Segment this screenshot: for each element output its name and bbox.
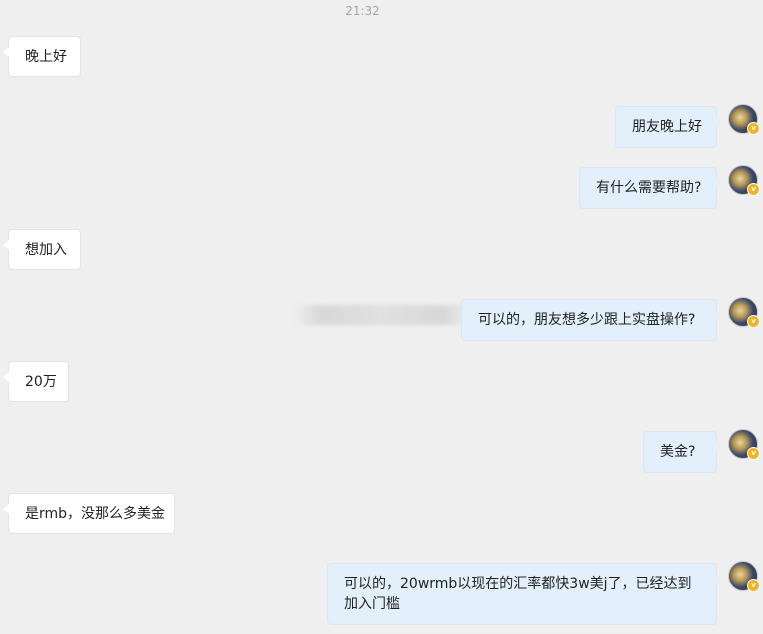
verified-badge-icon: v	[747, 122, 760, 135]
bubble-tail	[3, 372, 9, 382]
bubble-tail	[3, 240, 9, 250]
user-avatar[interactable]: v	[728, 297, 760, 328]
message-text: 想加入	[25, 242, 67, 258]
bubble-tail	[716, 310, 722, 320]
bubble-tail	[716, 574, 722, 584]
verified-badge-icon: v	[747, 447, 760, 460]
redacted-content	[295, 305, 470, 325]
message-bubble-sent[interactable]: 可以的，朋友想多少跟上实盘操作?	[461, 299, 722, 341]
bubble-tail	[716, 117, 722, 127]
message-text: 有什么需要帮助?	[596, 180, 702, 196]
user-avatar[interactable]: v	[728, 561, 760, 592]
verified-badge-icon: v	[747, 579, 760, 592]
message-text: 是rmb，没那么多美金	[25, 506, 166, 522]
message-text: 20万	[25, 374, 57, 390]
message-text: 晚上好	[25, 49, 67, 65]
message-bubble-sent[interactable]: 有什么需要帮助?	[579, 167, 722, 209]
message-text: 朋友晚上好	[632, 119, 702, 135]
message-timestamp: 21:32	[345, 4, 380, 18]
message-bubble-sent[interactable]: 朋友晚上好	[615, 106, 722, 148]
message-text: 美金?	[660, 444, 696, 460]
bubble-tail	[3, 504, 9, 514]
user-avatar[interactable]: v	[728, 429, 760, 460]
chat-window: 21:32 晚上好 朋友晚上好 v 有什么需要帮助? v 想加入 可以的，朋友想…	[0, 0, 763, 634]
message-bubble-received[interactable]: 20万	[3, 361, 69, 402]
user-avatar[interactable]: v	[728, 165, 760, 196]
message-bubble-received[interactable]: 想加入	[3, 229, 81, 270]
bubble-tail	[3, 47, 9, 57]
verified-badge-icon: v	[747, 315, 760, 328]
message-bubble-received[interactable]: 晚上好	[3, 36, 81, 77]
message-bubble-received[interactable]: 是rmb，没那么多美金	[3, 493, 175, 534]
message-bubble-sent[interactable]: 可以的，20wrmb以现在的汇率都快3w美j了，已经达到加入门槛	[327, 563, 722, 625]
message-text: 可以的，20wrmb以现在的汇率都快3w美j了，已经达到加入门槛	[344, 576, 692, 612]
message-text: 可以的，朋友想多少跟上实盘操作?	[478, 312, 696, 328]
verified-badge-icon: v	[747, 183, 760, 196]
bubble-tail	[716, 442, 722, 452]
message-bubble-sent[interactable]: 美金?	[643, 431, 722, 473]
user-avatar[interactable]: v	[728, 104, 760, 135]
bubble-tail	[716, 178, 722, 188]
